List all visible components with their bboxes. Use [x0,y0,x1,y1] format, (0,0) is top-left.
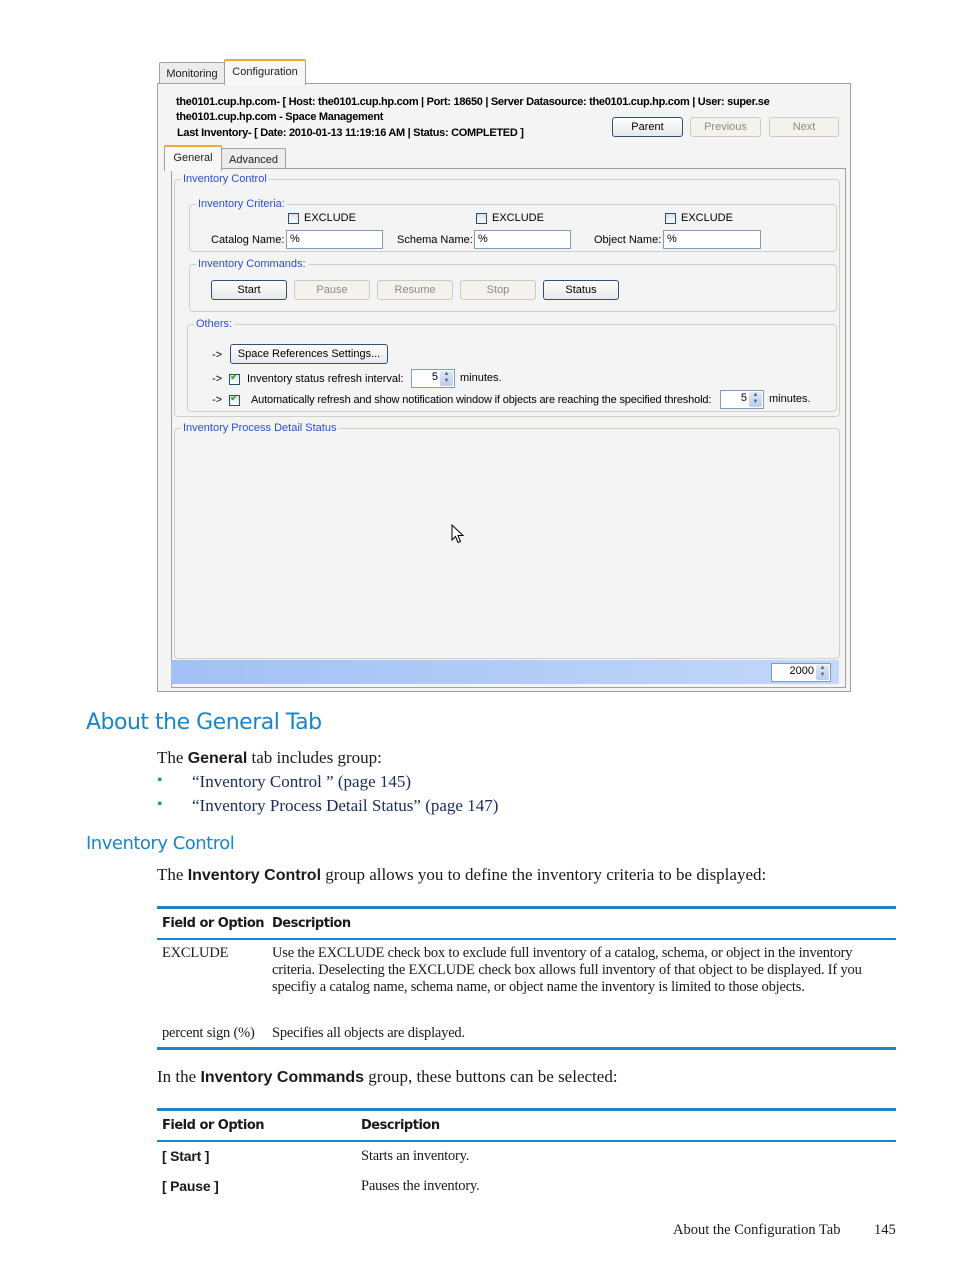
auto-refresh-label: Automatically refresh and show notificat… [251,394,712,406]
intro-text: group allows you to define the inventory… [321,865,767,884]
refresh-interval-checkbox[interactable] [229,372,240,385]
spinner-arrows-icon[interactable]: ▲ ▼ [440,371,453,386]
statusbar-value: 2000 [789,665,814,677]
table-rule [157,1140,896,1142]
catalog-name-input[interactable]: % [286,230,383,249]
table-cell: Specifies all objects are displayed. [272,1025,465,1041]
link-inventory-process-detail[interactable]: “Inventory Process Detail Status” (page … [192,796,498,816]
inventory-control-intro: The Inventory Control group allows you t… [157,865,766,885]
statusbar-spinner[interactable]: 2000 ▲ ▼ [771,663,831,682]
minutes-label: minutes. [460,372,502,384]
table-cell: [ Start ] [162,1148,210,1164]
link-inventory-control[interactable]: “Inventory Control ” (page 145) [192,772,411,792]
intro-text: tab includes group: [247,748,382,767]
general-tab-panel: Inventory Control Inventory Criteria: EX… [171,168,846,688]
pause-button[interactable]: Pause [294,280,370,300]
inventory-control-table: Field or Option Description EXCLUDE Use … [157,906,896,1051]
catalog-name-label: Catalog Name: [211,234,285,246]
inventory-commands-intro: In the Inventory Commands group, these b… [157,1067,618,1087]
intro-text: The [157,865,188,884]
general-tab-intro: The General tab includes group: [157,748,382,768]
intro-bold: Inventory Control [187,867,322,884]
intro-bold: General [187,750,248,767]
others-group: Others: -> Space References Settings... … [187,318,837,412]
app-screenshot: Monitoring Configuration the0101.cup.hp.… [157,58,851,692]
table-header: Field or Option [162,916,265,931]
auto-refresh-checkbox[interactable] [229,393,240,406]
status-bar: 2000 ▲ ▼ [171,660,839,684]
table-rule [157,1047,896,1050]
table-header: Description [272,916,351,931]
mouse-cursor-icon [451,524,465,544]
spinner-arrows-icon[interactable]: ▲ ▼ [816,665,829,680]
schema-name-input[interactable]: % [474,230,571,249]
inventory-control-group: Inventory Control Inventory Criteria: EX… [174,173,840,417]
auto-refresh-threshold-value: 5 [740,392,747,404]
inventory-process-detail-group: Inventory Process Detail Status [174,422,840,659]
tab-monitoring[interactable]: Monitoring [159,62,225,84]
table-cell: percent sign (%) [162,1025,255,1041]
table-cell: Pauses the inventory. [361,1178,480,1194]
space-references-settings-button[interactable]: Space References Settings... [230,344,388,364]
table-cell: [ Pause ] [162,1178,219,1194]
space-management-title: the0101.cup.hp.com - Space Management [176,111,384,123]
refresh-interval-value: 5 [431,371,438,383]
minutes-label: minutes. [769,393,811,405]
page-number: 145 [874,1222,896,1238]
resume-button[interactable]: Resume [377,280,453,300]
table-header: Field or Option [162,1118,265,1133]
arrow-indicator: -> [212,394,223,406]
parent-button[interactable]: Parent [612,117,683,137]
table-rule [157,938,896,940]
bullet-icon: • [157,796,163,813]
inventory-process-detail-label: Inventory Process Detail Status [181,422,339,434]
tab-advanced[interactable]: Advanced [221,148,286,170]
inventory-commands-group: Inventory Commands: Start Pause Resume S… [189,258,837,312]
tab-general[interactable]: General [164,145,222,171]
schema-exclude-label: EXCLUDE [492,212,544,224]
tab-configuration[interactable]: Configuration [224,59,306,85]
inventory-criteria-label: Inventory Criteria: [196,198,287,210]
table-rule [157,1108,896,1111]
refresh-interval-label: Inventory status refresh interval: [247,373,404,385]
status-button[interactable]: Status [543,280,619,300]
others-label: Others: [194,318,235,330]
start-button[interactable]: Start [211,280,287,300]
table-cell: EXCLUDE [162,945,229,961]
subsection-heading: Inventory Control [86,833,235,854]
object-exclude-label: EXCLUDE [681,212,733,224]
catalog-exclude-checkbox[interactable] [288,213,299,224]
object-name-label: Object Name: [594,234,662,246]
inventory-commands-table: Field or Option Description [ Start ] St… [157,1108,896,1203]
previous-button[interactable]: Previous [690,117,761,137]
catalog-exclude-label: EXCLUDE [304,212,356,224]
footer-section-title: About the Configuration Tab [673,1222,841,1238]
intro-text: In the [157,1067,201,1086]
spinner-arrows-icon[interactable]: ▲ ▼ [749,392,762,407]
object-name-input[interactable]: % [663,230,761,249]
refresh-interval-spinner[interactable]: 5 ▲ ▼ [411,369,455,388]
table-header: Description [361,1118,440,1133]
arrow-indicator: -> [212,349,223,361]
auto-refresh-threshold-spinner[interactable]: 5 ▲ ▼ [720,390,764,409]
intro-bold: Inventory Commands [200,1069,365,1086]
intro-text: The [157,748,188,767]
next-button[interactable]: Next [769,117,839,137]
arrow-indicator: -> [212,373,223,385]
schema-name-label: Schema Name: [397,234,473,246]
connection-info: the0101.cup.hp.com- [ Host: the0101.cup.… [176,96,770,108]
section-heading: About the General Tab [86,710,322,735]
schema-exclude-checkbox[interactable] [476,213,487,224]
bullet-icon: • [157,772,163,789]
inventory-commands-label: Inventory Commands: [196,258,308,270]
object-exclude-checkbox[interactable] [665,213,676,224]
inventory-control-label: Inventory Control [181,173,269,185]
stop-button[interactable]: Stop [460,280,536,300]
intro-text: group, these buttons can be selected: [364,1067,618,1086]
last-inventory-info: Last Inventory- [ Date: 2010-01-13 11:19… [177,127,524,139]
table-cell: Starts an inventory. [361,1148,470,1164]
table-rule [157,906,896,909]
table-cell: Use the EXCLUDE check box to exclude ful… [272,945,862,995]
inventory-criteria-group: Inventory Criteria: EXCLUDE Catalog Name… [189,198,837,252]
